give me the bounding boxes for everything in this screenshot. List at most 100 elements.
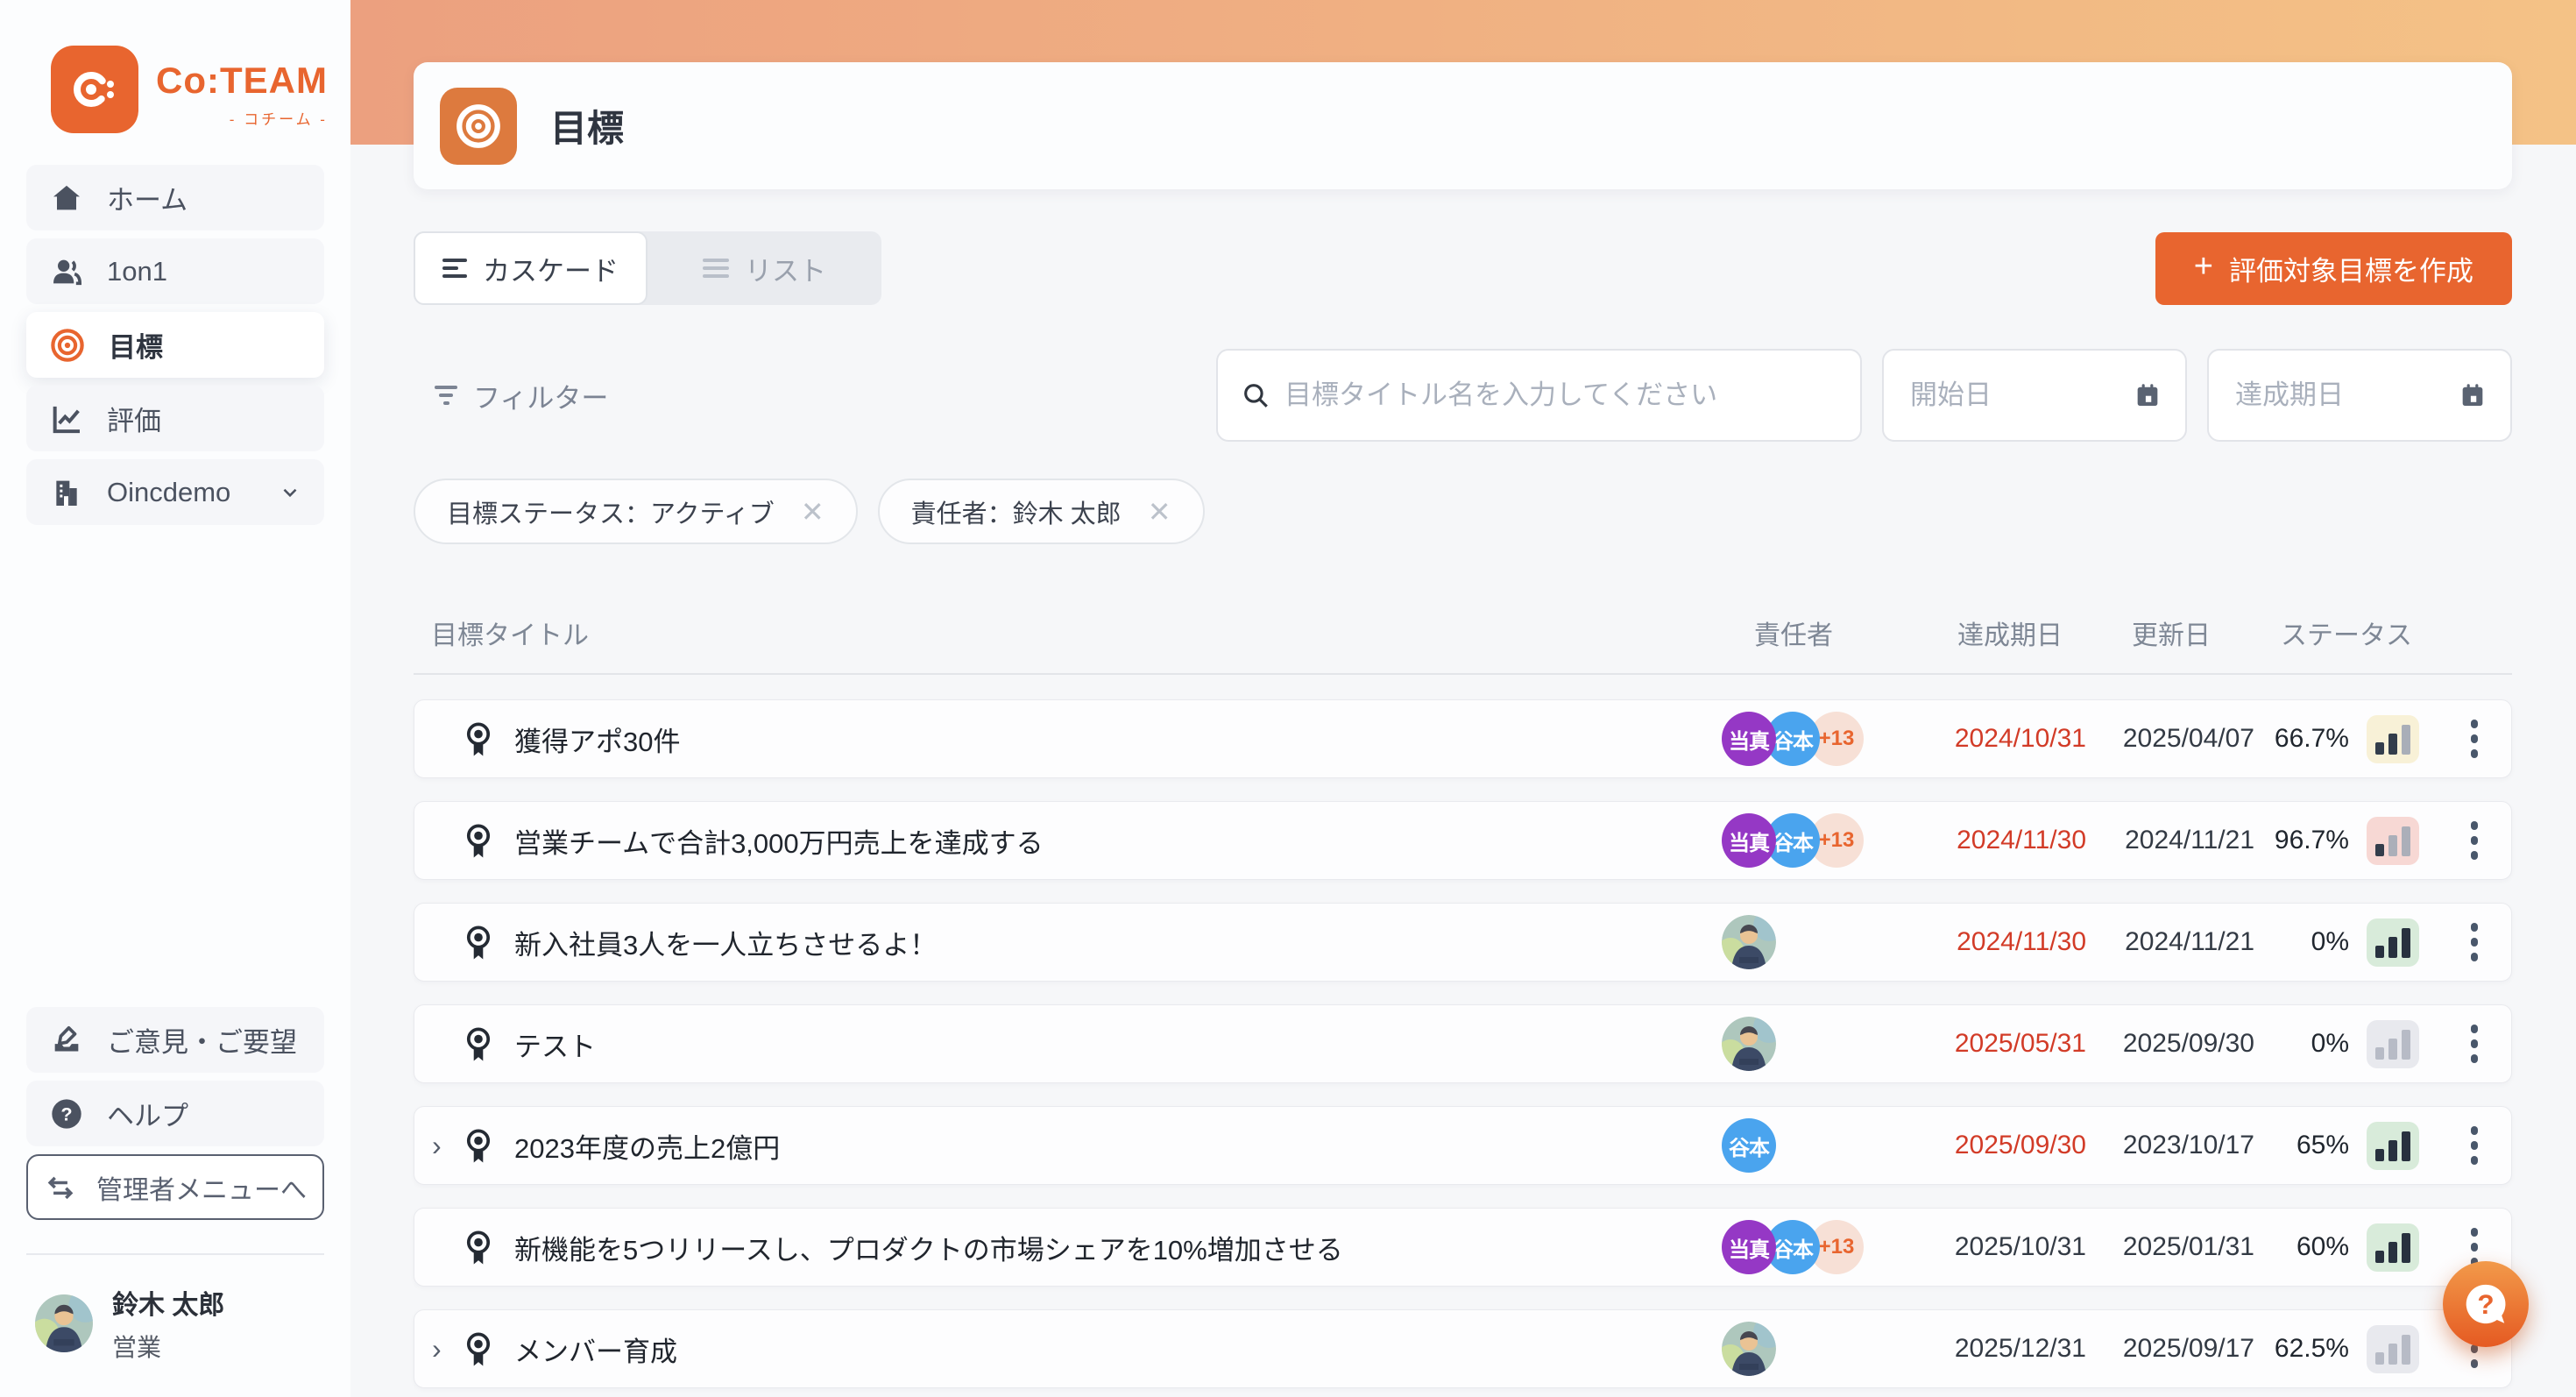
table-row[interactable]: › 獲得アポ30件 当真谷本+13 2024/10/31 2025/04/07 …: [414, 699, 2512, 778]
table-row[interactable]: › 新入社員3人を一人立ちさせるよ！ 2024/11/30 2024/11/21: [414, 903, 2512, 982]
table-row[interactable]: › 2023年度の売上2億円 谷本 2025/09/30 2023/10/17 …: [414, 1106, 2512, 1185]
status-badge: [2367, 817, 2419, 865]
user-role: 営業: [112, 1329, 224, 1364]
column-owner: 責任者: [1710, 613, 1877, 652]
table-row[interactable]: › テスト 2025/05/31 2025/09/30 0%: [414, 1004, 2512, 1083]
row-menu-button[interactable]: [2437, 1228, 2511, 1266]
sidebar-item-1on1[interactable]: 1on1: [26, 238, 324, 304]
due-date: 2024/11/30: [1876, 826, 2086, 855]
owner-initials-avatar: 当真: [1722, 712, 1776, 766]
goal-medal-icon: [462, 1127, 495, 1164]
goal-title[interactable]: メンバー育成: [514, 1330, 677, 1369]
owner-avatars[interactable]: [1709, 915, 1876, 969]
progress-percent: 60%: [2254, 1232, 2349, 1262]
filter-toggle[interactable]: フィルター: [414, 376, 608, 415]
main-area: 目標 カスケード リスト + 評価対象目標を作成 フィルター: [350, 0, 2576, 1397]
filter-icon: [435, 381, 457, 409]
owner-avatars[interactable]: 当真谷本+13: [1709, 712, 1876, 766]
expand-chevron-icon[interactable]: ›: [432, 1130, 462, 1162]
table-header: 目標タイトル 責任者 達成期日 更新日 ステータス: [414, 613, 2512, 652]
row-menu-button[interactable]: [2437, 923, 2511, 961]
coteam-logo-icon: [51, 46, 138, 133]
chart-line-icon: [49, 401, 84, 436]
building-icon: [49, 475, 84, 510]
column-updated: 更新日: [2087, 613, 2255, 652]
row-menu-button[interactable]: [2437, 720, 2511, 758]
progress-percent: 96.7%: [2254, 826, 2349, 855]
filter-chip-owner[interactable]: 責任者：鈴木 太郎 ✕: [878, 479, 1205, 544]
status-badge: [2367, 715, 2419, 763]
question-glyph: ?: [2477, 1288, 2494, 1320]
goal-title[interactable]: テスト: [514, 1025, 596, 1064]
status-badge: [2367, 1020, 2419, 1068]
status-badge: [2367, 918, 2419, 967]
column-due: 達成期日: [1877, 613, 2087, 652]
owner-avatars[interactable]: [1709, 1322, 1876, 1376]
column-status: ステータス: [2255, 613, 2438, 652]
due-date: 2024/10/31: [1876, 724, 2086, 754]
owner-avatars[interactable]: 当真谷本+13: [1709, 1220, 1876, 1274]
table-row[interactable]: › メンバー育成 2025/12/31 2025/09/17 62.5%: [414, 1309, 2512, 1388]
due-date: 2025/05/31: [1876, 1029, 2086, 1059]
chip-remove-icon[interactable]: ✕: [801, 495, 824, 528]
owner-avatars[interactable]: [1709, 1017, 1876, 1071]
owner-photo-avatar: [1722, 915, 1776, 969]
filter-chip-status[interactable]: 目標ステータス：アクティブ ✕: [414, 479, 858, 544]
tab-list[interactable]: リスト: [648, 231, 881, 305]
start-date-field: [1882, 349, 2187, 442]
updated-date: 2025/09/17: [2086, 1334, 2254, 1364]
owner-initials-avatar: 谷本: [1722, 1118, 1776, 1173]
svg-text:?: ?: [60, 1103, 72, 1124]
owner-avatars[interactable]: 谷本: [1709, 1118, 1876, 1173]
chip-remove-icon[interactable]: ✕: [1148, 495, 1171, 528]
sidebar-item-organization[interactable]: Oincdemo: [26, 459, 324, 525]
create-goal-button[interactable]: + 評価対象目標を作成: [2155, 232, 2512, 305]
home-icon: [49, 181, 84, 216]
sidebar-item-feedback[interactable]: ご意見・ご要望: [26, 1007, 324, 1073]
admin-menu-button[interactable]: 管理者メニューへ: [26, 1154, 324, 1220]
target-icon: [49, 327, 86, 364]
sidebar-item-goals[interactable]: 目標: [26, 312, 324, 378]
due-date-field: [2207, 349, 2512, 442]
table-header-divider: [414, 673, 2512, 675]
owner-photo-avatar: [1722, 1322, 1776, 1376]
row-menu-button[interactable]: [2437, 1025, 2511, 1063]
table-row[interactable]: › 新機能を5つリリースし、プロダクトの市場シェアを10%増加させる 当真谷本+…: [414, 1208, 2512, 1287]
sidebar-item-help[interactable]: ? ヘルプ: [26, 1081, 324, 1146]
progress-percent: 66.7%: [2254, 724, 2349, 754]
start-date-input[interactable]: [1910, 351, 2110, 440]
row-menu-button[interactable]: [2437, 1126, 2511, 1165]
sidebar-item-evaluation[interactable]: 評価: [26, 386, 324, 451]
goal-title[interactable]: 営業チームで合計3,000万円売上を達成する: [514, 821, 1044, 861]
progress-percent: 62.5%: [2254, 1334, 2349, 1364]
calendar-icon[interactable]: [2133, 380, 2162, 410]
chevron-down-icon[interactable]: [279, 481, 301, 504]
expand-chevron-icon[interactable]: ›: [432, 1333, 462, 1365]
help-fab-button[interactable]: ?: [2443, 1261, 2529, 1347]
goal-title[interactable]: 2023年度の売上2億円: [514, 1126, 780, 1166]
brand-name: Co:TEAM: [156, 60, 328, 102]
feedback-box-icon: [49, 1023, 84, 1058]
tab-cascade[interactable]: カスケード: [414, 231, 648, 305]
updated-date: 2025/09/30: [2086, 1029, 2254, 1059]
owner-initials-avatar: 当真: [1722, 1220, 1776, 1274]
row-menu-button[interactable]: [2437, 821, 2511, 860]
goal-title[interactable]: 獲得アポ30件: [514, 720, 680, 759]
goal-title[interactable]: 新入社員3人を一人立ちさせるよ！: [514, 923, 937, 962]
sidebar-item-home[interactable]: ホーム: [26, 165, 324, 230]
goal-title[interactable]: 新機能を5つリリースし、プロダクトの市場シェアを10%増加させる: [514, 1228, 1343, 1267]
brand-subtitle: - コチーム -: [156, 107, 328, 129]
owner-initials-avatar: 当真: [1722, 813, 1776, 868]
owner-avatars[interactable]: 当真谷本+13: [1709, 813, 1876, 868]
goal-search-field: [1216, 349, 1862, 442]
updated-date: 2024/11/21: [2086, 927, 2254, 957]
calendar-icon[interactable]: [2458, 380, 2488, 410]
goal-medal-icon: [462, 1330, 495, 1367]
help-circle-icon: ?: [49, 1096, 84, 1131]
user-profile[interactable]: 鈴木 太郎 営業: [26, 1283, 324, 1364]
updated-date: 2023/10/17: [2086, 1131, 2254, 1160]
updated-date: 2025/04/07: [2086, 724, 2254, 754]
due-date-input[interactable]: [2235, 351, 2435, 440]
goal-search-input[interactable]: [1284, 351, 1839, 440]
table-row[interactable]: › 営業チームで合計3,000万円売上を達成する 当真谷本+13 2024/11…: [414, 801, 2512, 880]
